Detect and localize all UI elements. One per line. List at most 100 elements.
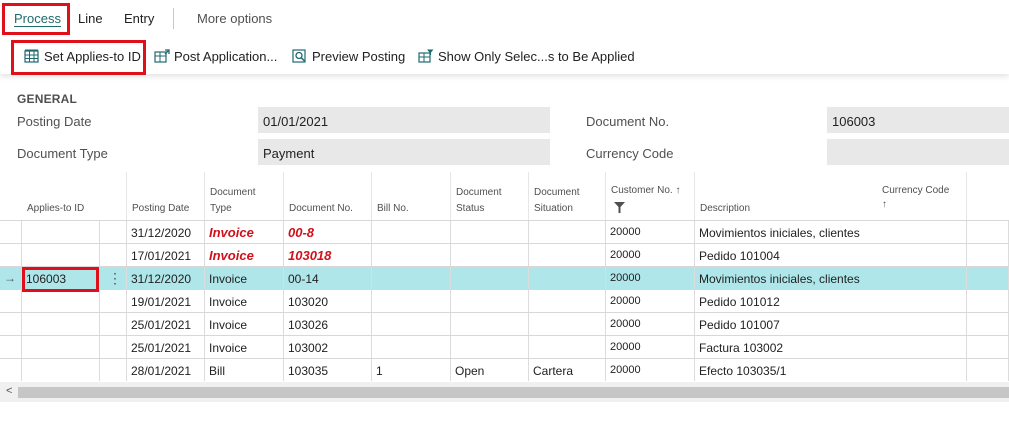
cell-posting-date[interactable]: 31/12/2020 — [127, 221, 205, 243]
cell-applies-to-id[interactable] — [22, 336, 100, 358]
cell-document-no[interactable]: 103026 — [284, 313, 372, 335]
cell-document-no[interactable]: 103035 — [284, 359, 372, 381]
cell-description[interactable]: Movimientos iniciales, clientes — [695, 267, 967, 289]
cell-document-type[interactable]: Invoice — [205, 336, 284, 358]
column-header-applies-to-id[interactable]: Applies-to ID — [0, 172, 127, 220]
scrollbar-thumb[interactable] — [18, 387, 1009, 398]
tab-more-options[interactable]: More options — [197, 11, 272, 26]
cell-document-situation[interactable] — [529, 336, 606, 358]
table-row[interactable]: 25/01/2021 Invoice 103026 20000 Pedido 10100… — [0, 312, 1009, 335]
row-indicator-cell[interactable] — [0, 290, 22, 312]
currency-code-field[interactable] — [827, 139, 1009, 165]
table-row[interactable]: 19/01/2021 Invoice 103020 20000 Pedido 10101… — [0, 289, 1009, 312]
row-indicator-cell[interactable] — [0, 313, 22, 335]
cell-document-type[interactable]: Invoice — [205, 313, 284, 335]
cell-document-type[interactable]: Bill — [205, 359, 284, 381]
cell-description[interactable]: Pedido 101004 — [695, 244, 967, 266]
cell-bill-no[interactable] — [372, 290, 451, 312]
cell-document-situation[interactable] — [529, 244, 606, 266]
table-row[interactable]: 28/01/2021 Bill 103035 1 Open Cartera 20000 Efe… — [0, 358, 1009, 381]
cell-bill-no[interactable] — [372, 221, 451, 243]
cell-row-menu[interactable] — [100, 244, 127, 266]
cell-customer-no[interactable]: 20000 — [606, 244, 695, 266]
tab-entry[interactable]: Entry — [124, 11, 154, 26]
cell-customer-no[interactable]: 20000 — [606, 336, 695, 358]
cell-document-situation[interactable]: Cartera — [529, 359, 606, 381]
cell-document-status[interactable] — [451, 290, 529, 312]
cell-posting-date[interactable]: 25/01/2021 — [127, 336, 205, 358]
cell-currency-code[interactable] — [967, 336, 1009, 358]
table-row[interactable]: → 106003 ⋮ 31/12/2020 Invoice 00-14 20000 Movim… — [0, 266, 1009, 289]
column-header-document-status[interactable]: Document Status — [451, 172, 529, 220]
cell-document-type[interactable]: Invoice — [205, 290, 284, 312]
column-header-customer-no[interactable]: Customer No. ↑ — [606, 172, 695, 220]
cell-customer-no[interactable]: 20000 — [606, 359, 695, 381]
cell-description[interactable]: Efecto 103035/1 — [695, 359, 967, 381]
cell-document-situation[interactable] — [529, 290, 606, 312]
show-only-selected-button[interactable]: Show Only Selec...s to Be Applied — [418, 47, 635, 65]
cell-currency-code[interactable] — [967, 359, 1009, 381]
cell-currency-code[interactable] — [967, 313, 1009, 335]
cell-currency-code[interactable] — [967, 267, 1009, 289]
post-application-button[interactable]: Post Application... — [154, 47, 277, 65]
cell-currency-code[interactable] — [967, 221, 1009, 243]
table-row[interactable]: 17/01/2021 Invoice 103018 20000 Pedido 10100… — [0, 243, 1009, 266]
table-row[interactable]: 31/12/2020 Invoice 00-8 20000 Movimientos in… — [0, 220, 1009, 243]
cell-row-menu[interactable] — [100, 313, 127, 335]
row-actions-menu-icon[interactable]: ⋮ — [108, 270, 122, 287]
cell-document-no[interactable]: 103020 — [284, 290, 372, 312]
cell-bill-no[interactable]: 1 — [372, 359, 451, 381]
cell-bill-no[interactable] — [372, 336, 451, 358]
cell-bill-no[interactable] — [372, 244, 451, 266]
cell-description[interactable]: Movimientos iniciales, clientes — [695, 221, 967, 243]
preview-posting-button[interactable]: Preview Posting — [292, 47, 405, 65]
cell-bill-no[interactable] — [372, 267, 451, 289]
cell-document-status[interactable] — [451, 244, 529, 266]
cell-document-type[interactable]: Invoice — [205, 244, 284, 266]
row-indicator-cell[interactable] — [0, 244, 22, 266]
cell-posting-date[interactable]: 19/01/2021 — [127, 290, 205, 312]
cell-customer-no[interactable]: 20000 — [606, 267, 695, 289]
cell-document-situation[interactable] — [529, 313, 606, 335]
horizontal-scrollbar[interactable]: < — [0, 382, 1009, 402]
cell-document-status[interactable] — [451, 267, 529, 289]
column-header-currency-code[interactable]: Currency Code ↑ — [877, 172, 1009, 220]
column-header-bill-no[interactable]: Bill No. — [372, 172, 451, 220]
cell-row-menu[interactable] — [100, 221, 127, 243]
cell-document-no[interactable]: 103002 — [284, 336, 372, 358]
cell-document-type[interactable]: Invoice — [205, 221, 284, 243]
cell-document-no[interactable]: 103018 — [284, 244, 372, 266]
cell-posting-date[interactable]: 25/01/2021 — [127, 313, 205, 335]
column-header-posting-date[interactable]: Posting Date — [127, 172, 205, 220]
cell-document-status[interactable] — [451, 313, 529, 335]
cell-applies-to-id[interactable] — [22, 313, 100, 335]
filter-icon[interactable] — [614, 202, 625, 213]
row-indicator-cell[interactable] — [0, 359, 22, 381]
document-no-field[interactable]: 106003 — [827, 107, 1009, 133]
column-header-document-situation[interactable]: Document Situation — [529, 172, 606, 220]
cell-document-status[interactable] — [451, 221, 529, 243]
cell-row-menu[interactable]: ⋮ — [100, 267, 127, 289]
cell-bill-no[interactable] — [372, 313, 451, 335]
cell-document-no[interactable]: 00-8 — [284, 221, 372, 243]
document-type-field[interactable]: Payment — [258, 139, 550, 165]
cell-row-menu[interactable] — [100, 336, 127, 358]
row-indicator-cell[interactable] — [0, 221, 22, 243]
row-indicator-cell[interactable] — [0, 336, 22, 358]
cell-currency-code[interactable] — [967, 290, 1009, 312]
posting-date-field[interactable]: 01/01/2021 — [258, 107, 550, 133]
column-header-document-no[interactable]: Document No. — [284, 172, 372, 220]
cell-description[interactable]: Factura 103002 — [695, 336, 967, 358]
cell-posting-date[interactable]: 17/01/2021 — [127, 244, 205, 266]
tab-line[interactable]: Line — [78, 11, 103, 26]
cell-row-menu[interactable] — [100, 290, 127, 312]
cell-document-situation[interactable] — [529, 267, 606, 289]
cell-description[interactable]: Pedido 101012 — [695, 290, 967, 312]
cell-applies-to-id[interactable] — [22, 221, 100, 243]
cell-row-menu[interactable] — [100, 359, 127, 381]
cell-posting-date[interactable]: 28/01/2021 — [127, 359, 205, 381]
cell-document-no[interactable]: 00-14 — [284, 267, 372, 289]
scroll-left-arrow-icon[interactable]: < — [6, 385, 12, 397]
cell-applies-to-id[interactable] — [22, 290, 100, 312]
cell-document-status[interactable]: Open — [451, 359, 529, 381]
